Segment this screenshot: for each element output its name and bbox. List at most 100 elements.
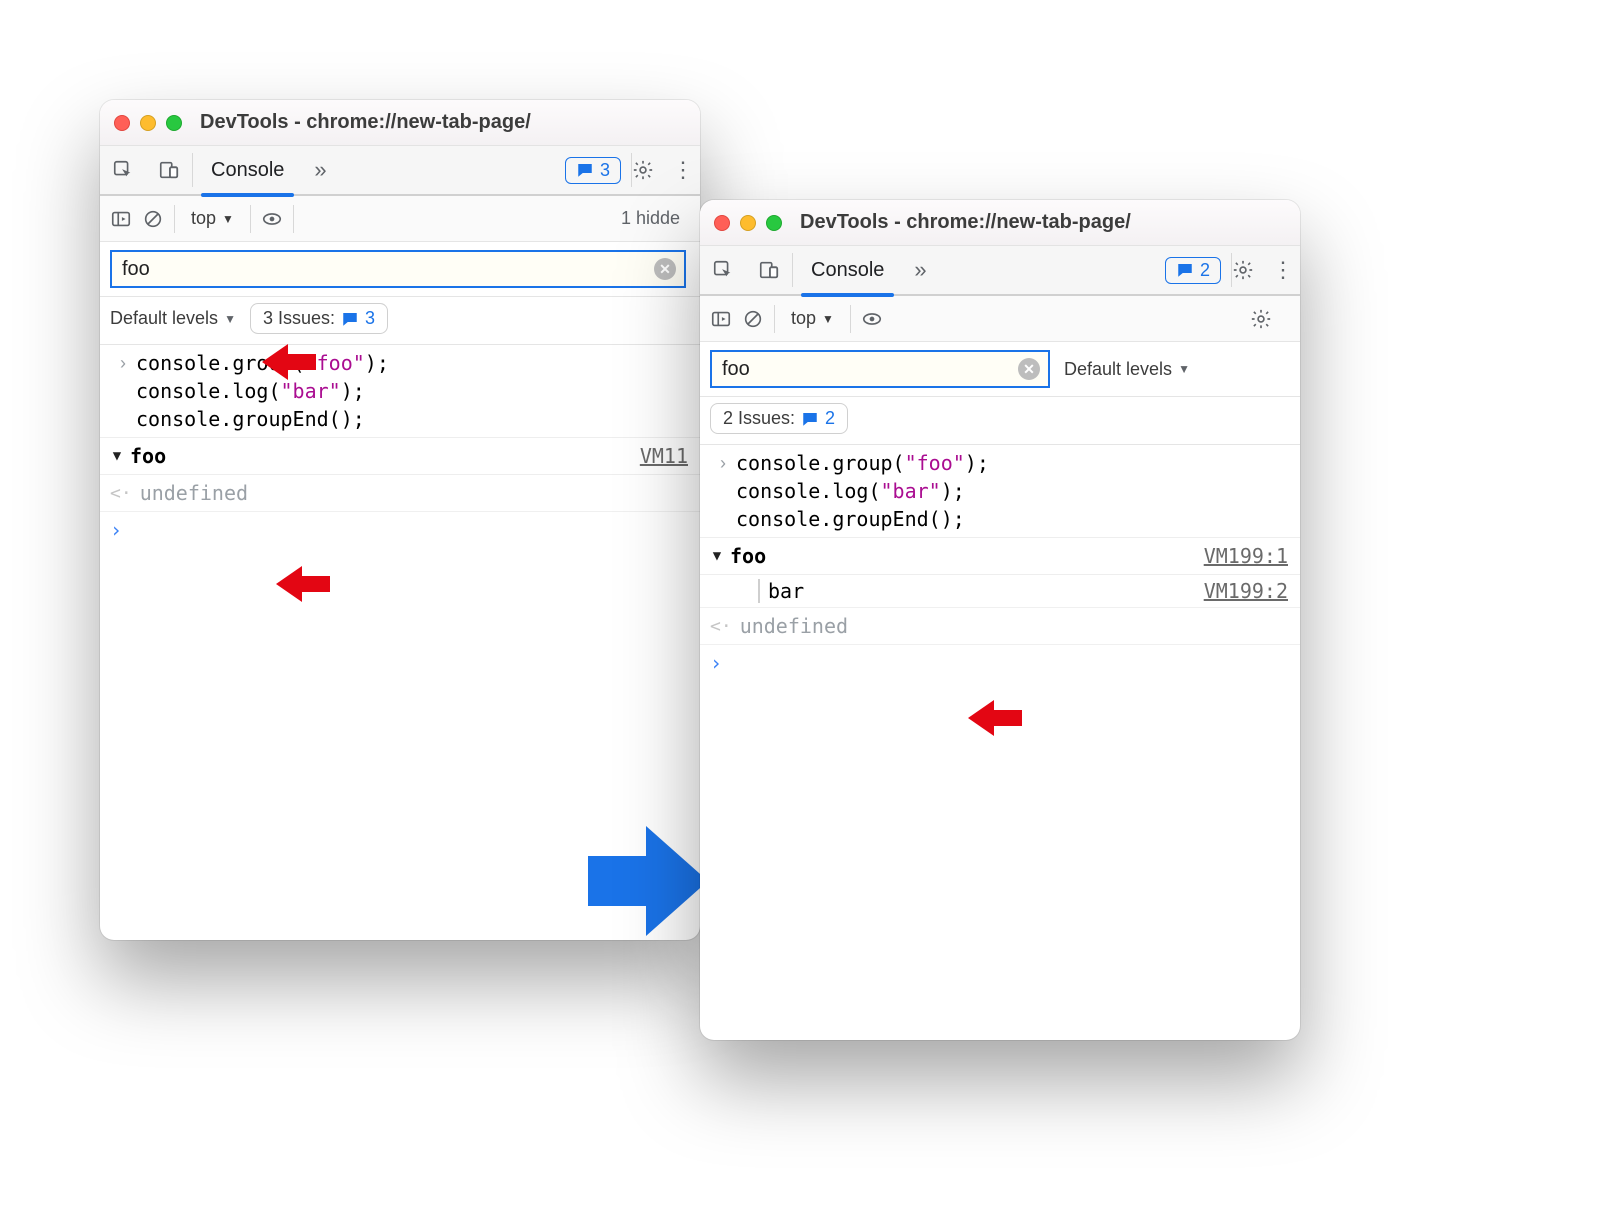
close-icon[interactable] [114, 115, 130, 131]
caret-down-icon: ▼ [224, 312, 236, 326]
levels-issues-row: Default levels ▼ 3 Issues: 3 [100, 297, 700, 345]
separator [250, 205, 251, 233]
hidden-messages-label[interactable]: 1 hidde [621, 208, 690, 229]
console-settings-icon[interactable] [1250, 308, 1284, 330]
sidebar-toggle-icon[interactable] [710, 308, 732, 330]
disclosure-triangle-icon[interactable]: ▼ [104, 448, 130, 464]
devtools-window-before: DevTools - chrome://new-tab-page/ Consol… [100, 100, 700, 940]
console-prompt[interactable]: › [100, 512, 700, 548]
kebab-menu-icon[interactable]: ⋮ [1266, 257, 1300, 283]
caret-down-icon: ▼ [1178, 362, 1190, 376]
code-text: console.group("foo"); console.log("bar")… [736, 449, 989, 533]
window-title: DevTools - chrome://new-tab-page/ [800, 211, 1131, 234]
settings-icon[interactable] [632, 159, 666, 181]
levels-label: Default levels [110, 308, 218, 329]
minimize-icon[interactable] [140, 115, 156, 131]
inspect-icon[interactable] [700, 245, 746, 295]
issues-label: 3 Issues: [263, 308, 335, 329]
prompt-icon: › [110, 349, 136, 377]
issues-row: 2 Issues: 2 [700, 397, 1300, 445]
issues-button[interactable]: 3 Issues: 3 [250, 303, 388, 334]
annotation-arrow-icon [968, 700, 1024, 736]
console-context-row: top ▼ 1 hidde [100, 196, 700, 242]
messages-badge[interactable]: 2 [1165, 257, 1221, 284]
console-group-row[interactable]: ▼ foo VM199:1 [700, 537, 1300, 575]
more-tabs-icon[interactable]: » [302, 157, 338, 183]
undefined-label: undefined [140, 481, 248, 505]
clear-filter-icon[interactable]: ✕ [1018, 358, 1040, 380]
annotation-transition-arrow-icon [588, 826, 708, 936]
context-label: top [791, 308, 816, 329]
console-group-row[interactable]: ▼ foo VM11 [100, 437, 700, 475]
minimize-icon[interactable] [740, 215, 756, 231]
annotation-arrow-icon [276, 566, 332, 602]
device-toggle-icon[interactable] [146, 145, 192, 195]
titlebar[interactable]: DevTools - chrome://new-tab-page/ [700, 200, 1300, 246]
messages-count: 2 [1200, 260, 1210, 281]
prompt-icon: › [710, 449, 736, 477]
log-levels-selector[interactable]: Default levels ▼ [110, 308, 236, 329]
console-output: › console.group("foo"); console.log("bar… [100, 345, 700, 548]
log-levels-selector[interactable]: Default levels ▼ [1064, 359, 1190, 380]
log-text: bar [768, 579, 804, 603]
clear-console-icon[interactable] [142, 208, 164, 230]
live-expression-icon[interactable] [861, 308, 883, 330]
disclosure-triangle-icon[interactable]: ▼ [704, 548, 730, 564]
traffic-lights [714, 215, 782, 231]
close-icon[interactable] [714, 215, 730, 231]
tab-console[interactable]: Console [793, 245, 902, 295]
separator [850, 305, 851, 333]
clear-filter-icon[interactable]: ✕ [654, 258, 676, 280]
messages-count: 3 [600, 160, 610, 181]
console-context-row: top ▼ [700, 296, 1300, 342]
kebab-menu-icon[interactable]: ⋮ [666, 157, 700, 183]
levels-label: Default levels [1064, 359, 1172, 380]
console-output: › console.group("foo"); console.log("bar… [700, 445, 1300, 681]
zoom-icon[interactable] [766, 215, 782, 231]
clear-console-icon[interactable] [742, 308, 764, 330]
devtools-window-after: DevTools - chrome://new-tab-page/ Consol… [700, 200, 1300, 1040]
live-expression-icon[interactable] [261, 208, 283, 230]
source-link[interactable]: VM199:1 [1204, 544, 1292, 568]
issues-count: 2 [825, 408, 835, 429]
zoom-icon[interactable] [166, 115, 182, 131]
context-selector[interactable]: top ▼ [185, 208, 240, 229]
group-guide-line [758, 579, 760, 603]
messages-badge[interactable]: 3 [565, 157, 621, 184]
input-echo-line: › console.group("foo"); console.log("bar… [100, 345, 700, 437]
inspect-icon[interactable] [100, 145, 146, 195]
more-tabs-icon[interactable]: » [902, 257, 938, 283]
device-toggle-icon[interactable] [746, 245, 792, 295]
input-echo-line: › console.group("foo"); console.log("bar… [700, 445, 1300, 537]
group-name: foo [130, 444, 166, 468]
return-value-line: <· undefined [100, 475, 700, 512]
return-value-line: <· undefined [700, 608, 1300, 645]
sidebar-toggle-icon[interactable] [110, 208, 132, 230]
return-icon: <· [710, 616, 732, 637]
titlebar[interactable]: DevTools - chrome://new-tab-page/ [100, 100, 700, 146]
filter-row: ✕ [100, 242, 700, 297]
separator [774, 305, 775, 333]
filter-input[interactable] [120, 257, 654, 282]
console-group-child-row: bar VM199:2 [700, 575, 1300, 608]
console-prompt[interactable]: › [700, 645, 1300, 681]
tabstrip: Console » 2 ⋮ [700, 246, 1300, 296]
caret-down-icon: ▼ [822, 312, 834, 326]
filter-input-box[interactable]: ✕ [110, 250, 686, 288]
settings-icon[interactable] [1232, 259, 1266, 281]
source-link[interactable]: VM11 [640, 444, 692, 468]
message-icon [576, 161, 594, 179]
return-icon: <· [110, 483, 132, 504]
source-link[interactable]: VM199:2 [1204, 579, 1292, 603]
context-label: top [191, 208, 216, 229]
issues-label: 2 Issues: [723, 408, 795, 429]
annotation-arrow-icon [262, 344, 318, 380]
tab-console[interactable]: Console [193, 145, 302, 195]
undefined-label: undefined [740, 614, 848, 638]
filter-input[interactable] [720, 357, 1018, 382]
context-selector[interactable]: top ▼ [785, 308, 840, 329]
issues-button[interactable]: 2 Issues: 2 [710, 403, 848, 434]
window-title: DevTools - chrome://new-tab-page/ [200, 111, 531, 134]
traffic-lights [114, 115, 182, 131]
filter-input-box[interactable]: ✕ [710, 350, 1050, 388]
